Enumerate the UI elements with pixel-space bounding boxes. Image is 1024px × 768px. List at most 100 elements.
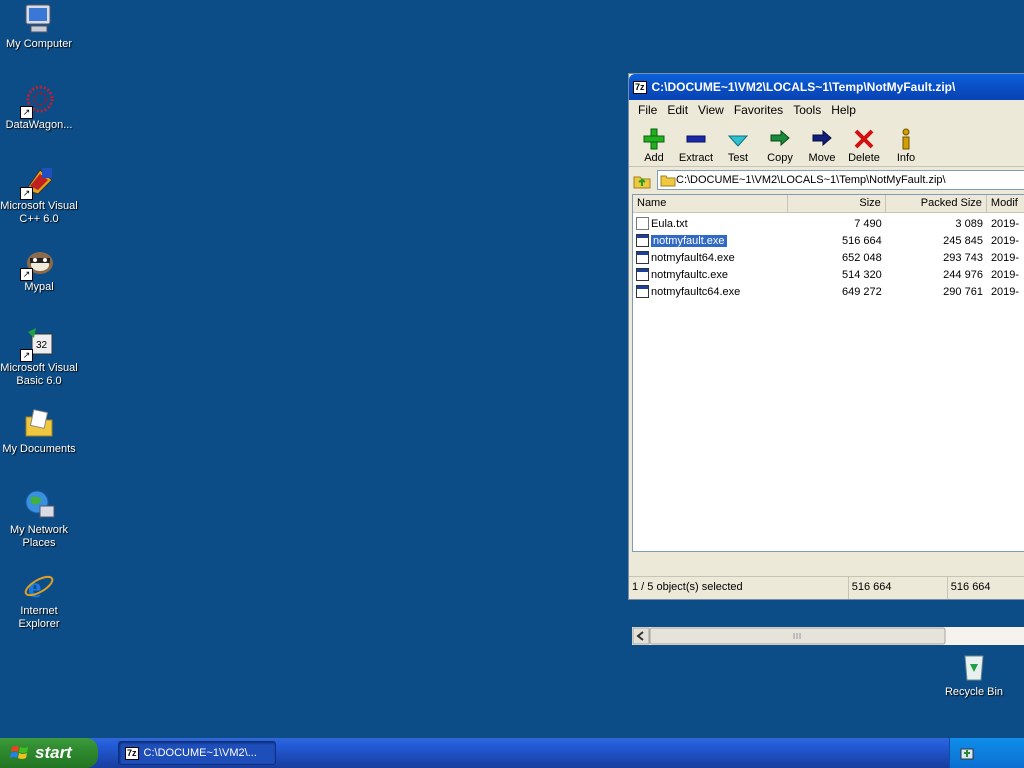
info-button[interactable]: Info — [885, 120, 927, 166]
file-name-cell: notmyfaultc.exe — [633, 268, 788, 281]
move-arrow-icon — [812, 129, 832, 147]
column-packed-size[interactable]: Packed Size — [886, 195, 987, 212]
my-computer-icon — [22, 2, 56, 36]
recycle-bin-icon — [957, 650, 991, 684]
file-size: 7 490 — [854, 217, 882, 230]
folder-up-icon[interactable] — [633, 171, 651, 189]
file-packed-size: 244 976 — [943, 268, 983, 281]
desktop-icon-label: My Documents — [2, 443, 76, 455]
file-modified: 2019- — [990, 268, 1020, 281]
zip-folder-icon — [660, 175, 676, 187]
desktop-icon-visual-basic[interactable]: 32 ↗ Microsoft Visual Basic 6.0 — [0, 326, 78, 388]
file-name: notmyfaultc.exe — [651, 268, 729, 281]
file-packed-size: 3 089 — [955, 217, 983, 230]
window-title: C:\DOCUME~1\VM2\LOCALS~1\Temp\NotMyFault… — [651, 80, 956, 94]
menu-bar: File Edit View Favorites Tools Help — [629, 100, 1024, 120]
windows-logo-icon — [10, 746, 28, 759]
file-name-cell: notmyfault64.exe — [633, 251, 788, 264]
file-list[interactable]: Name Size Packed Size Modif Eula.txt 7 4… — [632, 194, 1024, 552]
desktop-icon-my-computer[interactable]: My Computer — [0, 2, 78, 51]
system-tray — [949, 738, 1024, 768]
desktop-icon-label: My Network Places — [9, 524, 69, 549]
menu-file[interactable]: File — [633, 103, 662, 117]
file-row[interactable]: notmyfault64.exe 652 048 293 743 2019- — [633, 249, 1024, 266]
visual-cpp-icon: ↗ — [20, 164, 56, 200]
move-label: Move — [808, 152, 836, 164]
desktop-icon-datawagon[interactable]: ↗ DataWagon... — [0, 83, 78, 132]
status-packed: 516 664 — [948, 577, 1024, 599]
column-size[interactable]: Size — [788, 195, 886, 212]
taskbar-window-label: C:\DOCUME~1\VM2\... — [143, 747, 257, 759]
desktop-icon-label: Mypal — [24, 281, 54, 293]
file-name: notmyfaultc64.exe — [651, 285, 741, 298]
network-places-icon — [22, 488, 56, 522]
menu-help[interactable]: Help — [826, 103, 861, 117]
svg-text:32: 32 — [36, 340, 48, 351]
my-documents-icon — [22, 407, 56, 441]
desktop-icon-network-places[interactable]: My Network Places — [0, 488, 78, 550]
desktop-icon-label: Microsoft Visual C++ 6.0 — [0, 200, 78, 225]
menu-tools[interactable]: Tools — [788, 103, 826, 117]
text-file-icon — [636, 217, 649, 230]
move-button[interactable]: Move — [801, 120, 843, 166]
exe-file-icon — [636, 251, 649, 264]
file-modified: 2019- — [990, 217, 1020, 230]
column-name[interactable]: Name — [633, 195, 789, 212]
window-titlebar[interactable]: 7z C:\DOCUME~1\VM2\LOCALS~1\Temp\NotMyFa… — [629, 74, 1024, 100]
add-button[interactable]: Add — [633, 120, 675, 166]
shortcut-arrow-icon: ↗ — [20, 106, 33, 119]
desktop-icon-label: Recycle Bin — [944, 686, 1004, 698]
sevenzip-app-icon: 7z — [125, 746, 139, 760]
add-label: Add — [644, 152, 664, 164]
address-field[interactable]: C:\DOCUME~1\VM2\LOCALS~1\Temp\NotMyFault… — [657, 170, 1024, 190]
mypal-icon: ↗ — [20, 245, 56, 281]
file-row[interactable]: notmyfaultc.exe 514 320 244 976 2019- — [633, 266, 1024, 283]
file-row[interactable]: Eula.txt 7 490 3 089 2019- — [633, 215, 1024, 232]
file-size: 516 664 — [842, 234, 882, 247]
file-packed-size: 245 845 — [943, 234, 983, 247]
copy-button[interactable]: Copy — [759, 120, 801, 166]
visual-basic-icon: 32 ↗ — [20, 326, 56, 362]
desktop-icon-mypal[interactable]: ↗ Mypal — [0, 245, 78, 294]
menu-edit[interactable]: Edit — [662, 103, 693, 117]
delete-x-icon — [854, 129, 874, 149]
file-modified: 2019- — [990, 234, 1020, 247]
shortcut-arrow-icon: ↗ — [20, 187, 33, 200]
file-modified: 2019- — [990, 251, 1020, 264]
sevenzip-app-icon: 7z — [633, 80, 647, 94]
desktop-icon-label: My Computer — [5, 38, 73, 50]
copy-label: Copy — [767, 152, 793, 164]
desktop-icon-recycle-bin[interactable]: Recycle Bin — [935, 650, 1013, 699]
taskbar-window-button[interactable]: 7z C:\DOCUME~1\VM2\... — [118, 741, 276, 765]
file-packed-size: 293 743 — [943, 251, 983, 264]
menu-view[interactable]: View — [693, 103, 729, 117]
file-name-cell: notmyfaultc64.exe — [633, 285, 788, 298]
file-size: 649 272 — [842, 285, 882, 298]
network-tray-icon[interactable] — [958, 745, 976, 763]
delete-button[interactable]: Delete — [843, 120, 885, 166]
horizontal-scrollbar[interactable] — [632, 627, 1024, 645]
shortcut-arrow-icon: ↗ — [20, 268, 33, 281]
add-plus-icon — [643, 128, 665, 150]
column-modified[interactable]: Modif — [987, 195, 1024, 212]
info-icon — [902, 128, 910, 150]
file-manager-window: 7z C:\DOCUME~1\VM2\LOCALS~1\Temp\NotMyFa… — [628, 73, 1024, 645]
exe-file-icon — [636, 234, 649, 247]
file-size: 514 320 — [842, 268, 882, 281]
menu-favorites[interactable]: Favorites — [729, 103, 788, 117]
file-modified: 2019- — [990, 285, 1020, 298]
internet-explorer-icon: e — [22, 569, 56, 604]
toolbar: Add Extract Test Copy Move Delete Info — [629, 120, 1024, 167]
start-button[interactable]: start — [0, 738, 98, 768]
shortcut-arrow-icon: ↗ — [20, 349, 33, 362]
desktop-icon-internet-explorer[interactable]: e Internet Explorer — [0, 569, 78, 631]
status-size: 516 664 — [849, 577, 948, 599]
file-row[interactable]: notmyfaultc64.exe 649 272 290 761 2019- — [633, 283, 1024, 300]
desktop-icon-visual-cpp[interactable]: ↗ Microsoft Visual C++ 6.0 — [0, 164, 78, 226]
file-row-selected[interactable]: notmyfault.exe 516 664 245 845 2019- — [633, 232, 1024, 249]
status-selection: 1 / 5 object(s) selected — [629, 577, 849, 599]
extract-button[interactable]: Extract — [675, 120, 717, 166]
delete-label: Delete — [848, 152, 880, 164]
desktop-icon-my-documents[interactable]: My Documents — [0, 407, 78, 456]
test-button[interactable]: Test — [717, 120, 759, 166]
